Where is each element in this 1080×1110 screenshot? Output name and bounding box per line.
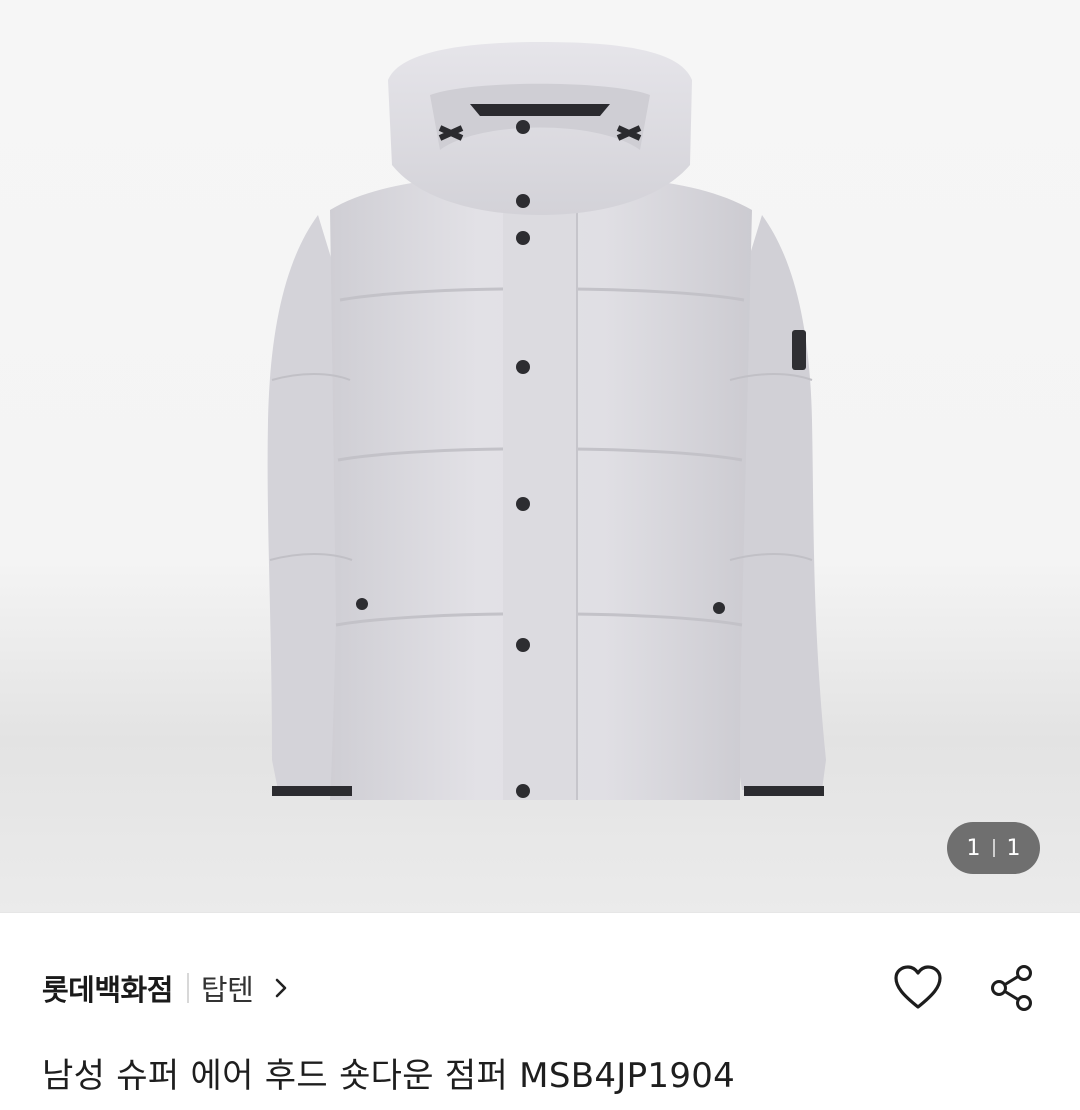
product-title: 남성 슈퍼 에어 후드 숏다운 점퍼 MSB4JP1904 <box>42 1056 736 1096</box>
like-button[interactable] <box>892 962 944 1014</box>
product-image-gallery[interactable]: 1 1 <box>0 0 1080 912</box>
image-counter-total: 1 <box>1006 835 1021 861</box>
product-actions <box>892 962 1038 1014</box>
section-divider <box>0 912 1080 913</box>
heart-icon <box>894 965 942 1009</box>
seller-link[interactable]: 롯데백화점 탑텐 <box>42 960 293 1016</box>
product-image <box>267 42 826 800</box>
share-icon <box>991 965 1032 1011</box>
chevron-right-icon[interactable] <box>269 976 293 1000</box>
store-brand-separator <box>186 973 189 1003</box>
image-counter-current: 1 <box>966 835 981 861</box>
brand-name[interactable]: 탑텐 <box>201 967 254 1009</box>
store-name[interactable]: 롯데백화점 <box>42 967 173 1009</box>
image-counter: 1 1 <box>947 822 1040 874</box>
share-button[interactable] <box>986 962 1038 1014</box>
image-counter-divider <box>992 839 995 857</box>
